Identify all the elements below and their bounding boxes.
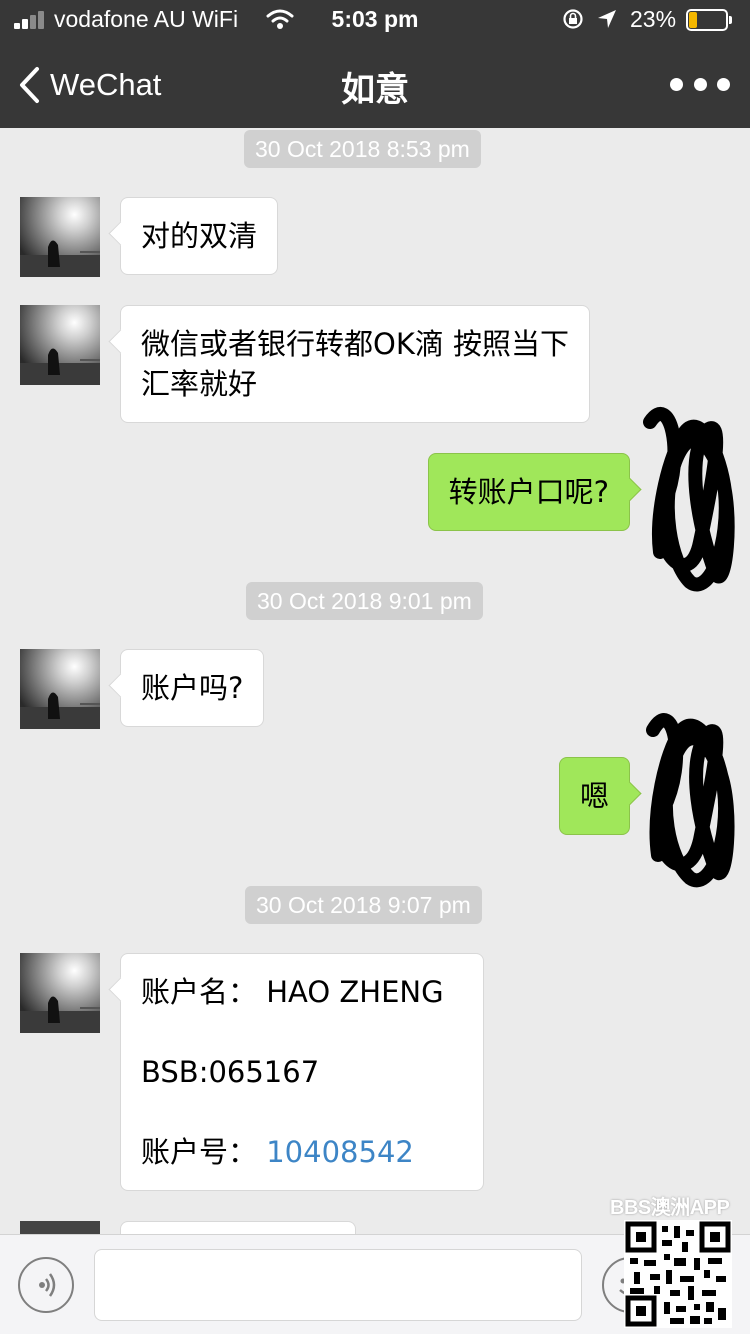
message-bubble-incoming[interactable]: 微信或者银行转都OK滴 按照当下 汇率就好: [120, 305, 591, 423]
qr-code-icon: [624, 1220, 732, 1328]
message-line: 汇率就好: [141, 367, 258, 401]
timestamp: 30 Oct 2018 9:01 pm: [246, 582, 483, 620]
rotation-lock-icon: [563, 9, 583, 29]
avatar[interactable]: [20, 953, 100, 1033]
top-bar: vodafone AU WiFi 5:03 pm 23% WeChat 如意: [0, 0, 750, 128]
timestamp: 30 Oct 2018 8:53 pm: [244, 130, 481, 168]
voice-icon[interactable]: [18, 1257, 74, 1313]
redacted-avatar-scribble: [643, 407, 735, 592]
timestamp: 30 Oct 2018 9:07 pm: [245, 886, 482, 924]
message-bubble-outgoing[interactable]: 转账户口呢?: [427, 453, 630, 531]
message-bubble-incoming[interactable]: 账户吗?: [120, 649, 265, 727]
status-bar: vodafone AU WiFi 5:03 pm 23%: [0, 0, 750, 40]
account-number-line: 账户号： 10408542: [141, 1135, 414, 1169]
avatar[interactable]: [20, 1221, 100, 1234]
account-number-link[interactable]: 10408542: [266, 1135, 414, 1169]
location-icon: [598, 10, 616, 28]
redacted-avatar-scribble: [646, 713, 735, 888]
nav-bar: WeChat 如意: [0, 40, 750, 128]
message-bubble-incoming[interactable]: [120, 1221, 356, 1234]
account-name-line: 账户名： HAO ZHENG: [141, 975, 444, 1009]
message-bubble-incoming[interactable]: 对的双清: [120, 197, 279, 275]
message-line: 微信或者银行转都OK滴 按照当下: [141, 327, 570, 361]
message-bubble-incoming[interactable]: 账户名： HAO ZHENG BSB:065167 账户号： 10408542: [120, 953, 484, 1191]
watermark-text: BBS澳洲APP: [610, 1197, 730, 1219]
chat-title: 如意: [341, 70, 409, 110]
message-input[interactable]: [94, 1249, 582, 1321]
avatar[interactable]: [20, 305, 100, 385]
message-bubble-outgoing[interactable]: 嗯: [558, 757, 630, 835]
avatar[interactable]: [20, 197, 100, 277]
bsb-line: BSB:065167: [141, 1055, 320, 1089]
battery-icon: [686, 9, 732, 31]
more-dots-icon[interactable]: [670, 70, 730, 98]
battery-percent: 23%: [630, 6, 677, 32]
avatar[interactable]: [20, 649, 100, 729]
